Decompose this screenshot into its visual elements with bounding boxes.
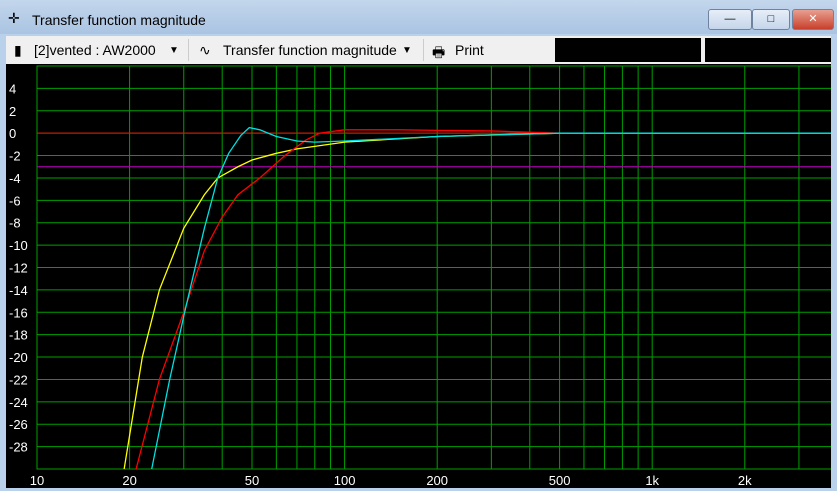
printer-icon: 🖶 (432, 44, 446, 60)
x-tick-label: 200 (426, 473, 448, 488)
y-tick-label: 4 (9, 81, 16, 96)
curves (123, 126, 834, 469)
print-button[interactable]: Print (455, 42, 484, 58)
project-dropdown[interactable]: [2]vented : AW2000 (34, 42, 156, 58)
chevron-down-icon[interactable]: ▼ (169, 45, 179, 56)
y-tick-label: -20 (9, 350, 28, 365)
y-tick-label: -14 (9, 283, 28, 298)
y-tick-label: 2 (9, 104, 16, 119)
series-line-yellow (123, 132, 834, 469)
y-tick-label: -10 (9, 238, 28, 253)
chevron-down-icon[interactable]: ▼ (402, 45, 412, 56)
x-tick-label: 500 (549, 473, 571, 488)
view-dropdown[interactable]: Transfer function magnitude (223, 42, 397, 58)
readout-box-2 (705, 38, 831, 62)
y-tick-label: -4 (9, 171, 21, 186)
chart-area[interactable]: 4 2 0 -2 -4 -6 -8 -10 -12 -14 -16 -18 -20 -22 -24 -26 -2… (6, 64, 835, 488)
y-tick-label: -28 (9, 440, 28, 455)
x-tick-label: 20 (122, 473, 136, 488)
x-tick-label: 1k (645, 473, 659, 488)
x-tick-label: 2k (738, 473, 752, 488)
y-tick-label: -22 (9, 372, 28, 387)
x-tick-label: 10 (30, 473, 44, 488)
minimize-button[interactable]: — (708, 9, 752, 30)
waveform-icon: ∿ (199, 42, 211, 58)
y-tick-label: -2 (9, 149, 21, 164)
title-bar: ✛ Transfer function magnitude — □ ✕ (0, 0, 837, 34)
y-tick-label: -24 (9, 395, 28, 410)
y-tick-label: -26 (9, 417, 28, 432)
toolbar: ▮ [2]vented : AW2000 ▼ ∿ Transfer functi… (6, 36, 831, 64)
close-button[interactable]: ✕ (792, 9, 834, 30)
y-tick-label: -6 (9, 193, 21, 208)
y-tick-label: -16 (9, 305, 28, 320)
y-tick-label: -8 (9, 216, 21, 231)
y-tick-label: -12 (9, 261, 28, 276)
maximize-button[interactable]: □ (752, 9, 790, 30)
series-line-red (135, 129, 834, 469)
crosshair-icon: ✛ (8, 10, 20, 26)
speaker-icon: ▮ (14, 42, 22, 58)
window-title: Transfer function magnitude (32, 12, 206, 28)
readout-box-1 (555, 38, 701, 62)
x-tick-label: 50 (245, 473, 259, 488)
y-tick-label: -18 (9, 328, 28, 343)
transfer-function-chart: 420-2-4-6-8-10-12-14-16-18-20-22-24-26-2… (9, 65, 835, 488)
y-tick-label: 0 (9, 126, 16, 141)
x-tick-label: 100 (334, 473, 356, 488)
